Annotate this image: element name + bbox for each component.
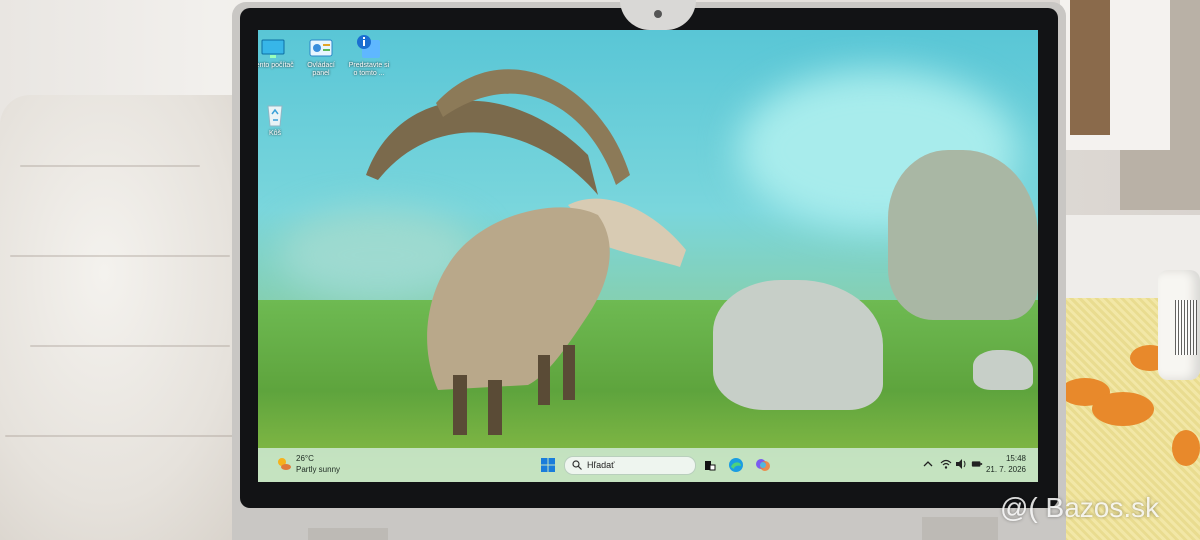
battery-icon[interactable] [971,458,983,470]
flower-pattern [1092,392,1154,426]
weather-description: Partly sunny [296,465,341,474]
desktop-icon-this-pc[interactable]: Tento počítač [258,38,298,70]
search-placeholder: Hľadať [587,460,615,470]
taskbar: 26°C Partly sunny Hľadať 15:48 21. 7. 20… [258,448,1038,482]
wallpaper-rock [888,150,1038,320]
recycle-bin-icon [267,105,283,127]
clock-time: 15:48 [1005,454,1026,463]
hinge-right [922,517,998,540]
copilot-icon[interactable] [755,457,771,473]
desktop-icon-get-started[interactable]: Predstavte si o tomto ... [344,34,394,78]
desktop-icon-label: Predstavte si [348,62,390,69]
desktop-icon-label: Tento počítač [258,62,294,69]
windows-start-icon[interactable] [541,458,555,472]
desktop-icon-label: panel [312,70,330,77]
desktop-icon-label: Ovládací [307,62,335,69]
wallpaper-rock [973,350,1033,390]
wallpaper-rock [713,280,883,410]
hinge-left [308,528,388,540]
desktop-icon-control-panel[interactable]: Ovládací panel [296,38,346,78]
clock-date: 21. 7. 2026 [985,465,1026,474]
wifi-icon[interactable] [940,458,952,470]
wallpaper-ibex [366,69,686,435]
watermark: @( Bazos.sk [1000,492,1160,523]
monitor-icon [261,39,285,58]
volume-icon[interactable] [955,458,967,470]
desktop-icon-recycle-bin[interactable]: Kôš [258,102,300,138]
taskbar-clock[interactable]: 15:48 21. 7. 2026 [986,453,1026,475]
weather-temperature: 26°C [296,454,314,463]
desktop-screen: Tento počítač Ovládací panel Predstavte … [258,30,1038,482]
control-panel-icon [309,39,333,57]
sun-cloud-icon [278,458,291,470]
barcode [1175,300,1197,355]
flower-pattern [1172,430,1200,466]
weather-widget[interactable]: 26°C Partly sunny [276,454,356,478]
desktop-icon-label: Kôš [268,130,282,137]
search-input[interactable]: Hľadať [564,456,696,475]
webcam-icon [654,10,662,18]
edge-icon[interactable] [728,457,744,473]
chevron-up-icon[interactable] [922,458,934,470]
task-view-icon[interactable] [702,457,718,473]
bed-sheet [0,95,260,540]
desktop-icon-label: o tomto ... [353,70,385,77]
door [1070,0,1110,135]
info-icon [357,35,380,58]
search-icon [572,460,582,470]
